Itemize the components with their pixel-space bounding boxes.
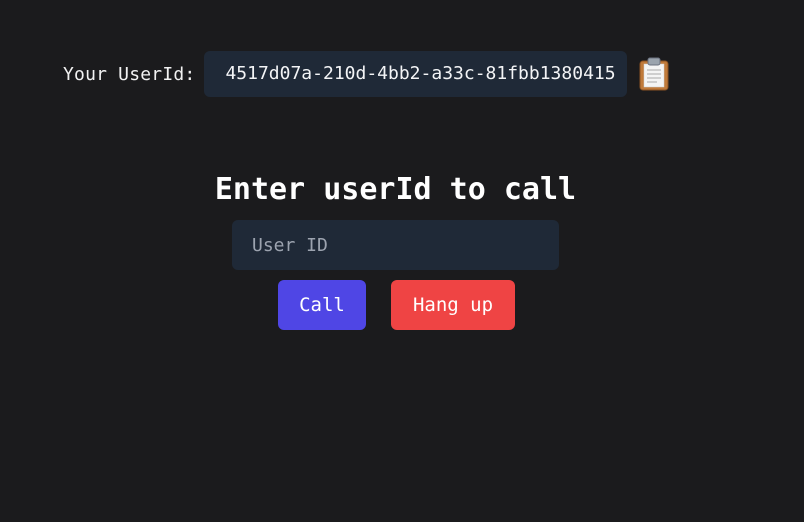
user-id-value: 4517d07a-210d-4bb2-a33c-81fbb1380415 [204,51,627,97]
user-id-input[interactable] [232,220,559,270]
call-section: Enter userId to call Call Hang up [0,168,791,330]
call-button[interactable]: Call [278,280,366,330]
user-id-row: Your UserId: 4517d07a-210d-4bb2-a33c-81f… [63,51,669,97]
call-heading: Enter userId to call [214,172,577,207]
user-id-input-wrapper [232,220,559,270]
hang-up-button[interactable]: Hang up [391,280,515,330]
clipboard-icon-graphic [639,57,669,91]
call-button-row: Call Hang up [0,280,791,330]
clipboard-icon[interactable] [639,57,669,91]
user-id-label: Your UserId: [63,63,196,85]
